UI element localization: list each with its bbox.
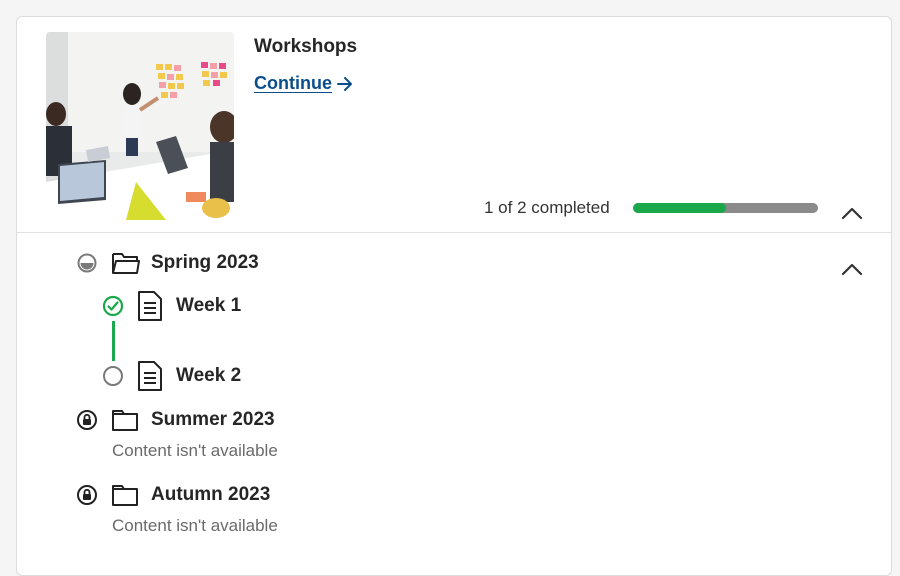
arrow-right-icon [337,76,352,91]
empty-circle-icon [103,366,123,386]
folder-icon [112,410,138,431]
course-thumbnail [46,32,234,220]
lock-icon [77,485,97,505]
collapse-folder-button[interactable] [840,257,864,281]
lock-icon [77,410,97,430]
progress-bar-fill [633,203,726,213]
progress-text: 1 of 2 completed [484,198,610,217]
item-week-2[interactable]: Week 2 [102,360,241,392]
course-title: Workshops [254,36,358,57]
folder-icon [112,485,138,506]
document-icon [138,291,162,321]
folder-autumn-2023: Autumn 2023 [77,482,270,508]
progress-bar [633,203,818,213]
unavailable-message: Content isn't available [112,441,278,460]
course-card: Workshops Continue 1 of 2 completed Spri… [16,16,892,576]
check-circle-icon [102,295,124,317]
partial-progress-icon [77,253,97,273]
folder-title: Spring 2023 [151,252,259,273]
folder-open-icon [112,253,140,274]
collapse-course-button[interactable] [840,201,864,225]
folder-spring-2023[interactable]: Spring 2023 [77,250,259,276]
continue-link[interactable]: Continue [254,73,354,94]
continue-label: Continue [254,73,332,93]
unavailable-message: Content isn't available [112,516,278,535]
item-title: Week 1 [176,295,242,316]
divider [17,232,891,233]
folder-title: Autumn 2023 [151,484,271,505]
document-icon [138,361,162,391]
folder-title: Summer 2023 [151,409,275,430]
item-title: Week 2 [176,365,242,386]
folder-summer-2023: Summer 2023 [77,407,275,433]
progress-connector [112,321,115,361]
item-week-1[interactable]: Week 1 [102,290,241,322]
